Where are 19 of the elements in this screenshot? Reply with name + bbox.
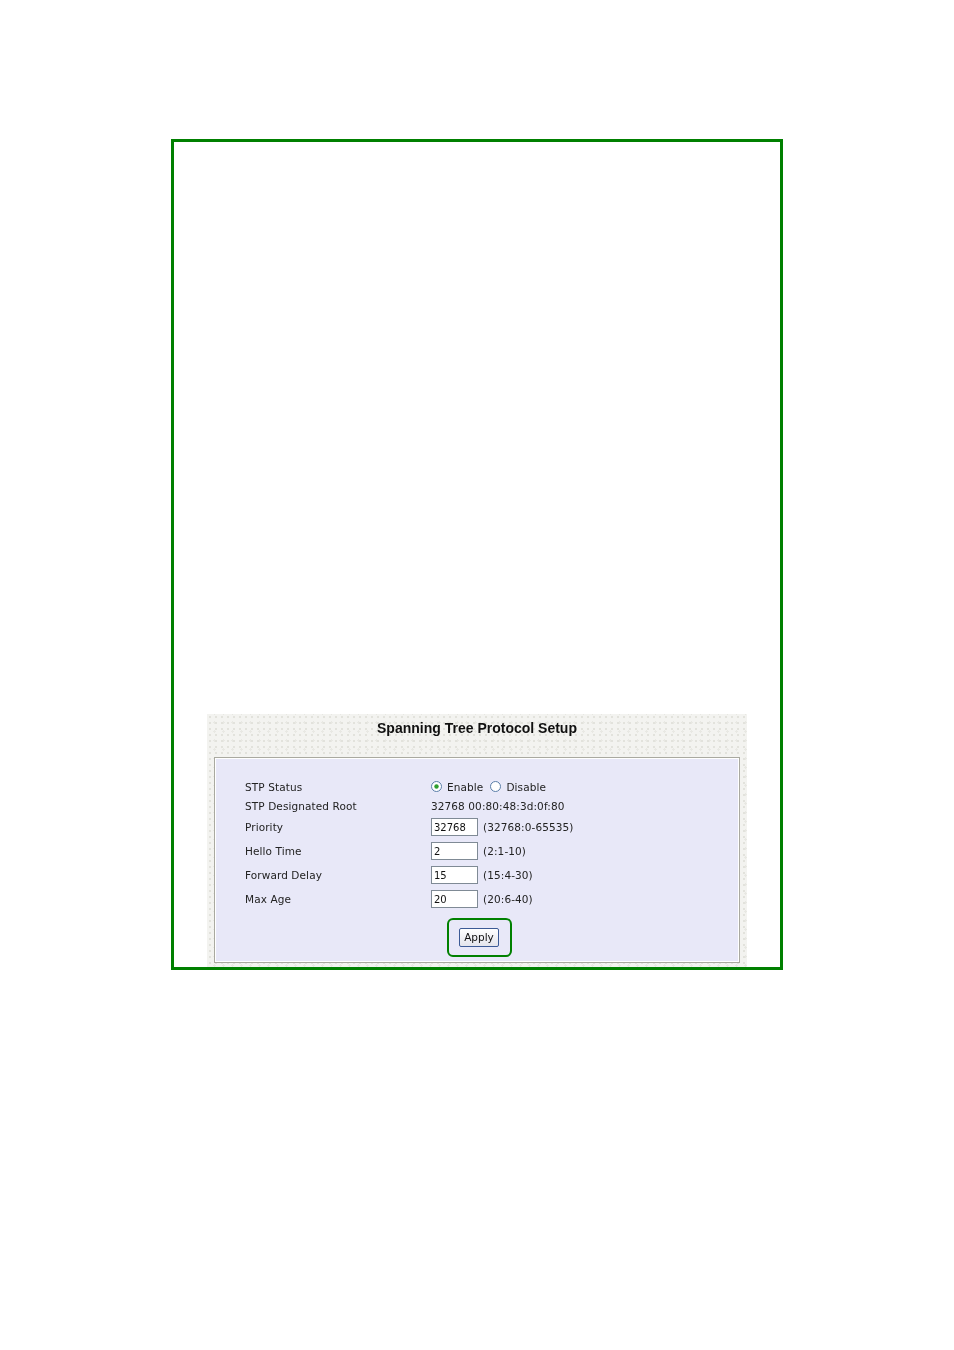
apply-button[interactable]: Apply (459, 928, 499, 947)
radio-option[interactable]: Enable (431, 780, 484, 793)
input-field[interactable]: 2 (431, 842, 478, 860)
range-hint: (32768:0-65535) (483, 821, 574, 833)
input-field[interactable]: 20 (431, 890, 478, 908)
range-hint: (20:6-40) (483, 893, 533, 905)
panel-title: Spanning Tree Protocol Setup (377, 719, 577, 737)
field-label: STP Status (245, 780, 304, 793)
field-label: Max Age (245, 893, 293, 905)
range-hint: (2:1-10) (483, 845, 527, 857)
field-label: Priority (245, 821, 285, 833)
field-label: Forward Delay (245, 869, 323, 881)
field-label: STP Designated Root (245, 799, 358, 812)
range-hint: (15:4-30) (483, 869, 533, 881)
field-label: Hello Time (245, 845, 303, 857)
input-field[interactable]: 32768 (431, 818, 478, 836)
radio-option[interactable]: Disable (490, 780, 547, 793)
field-value: 32768 00:80:48:3d:0f:80 (431, 799, 566, 812)
input-field[interactable]: 15 (431, 866, 478, 884)
